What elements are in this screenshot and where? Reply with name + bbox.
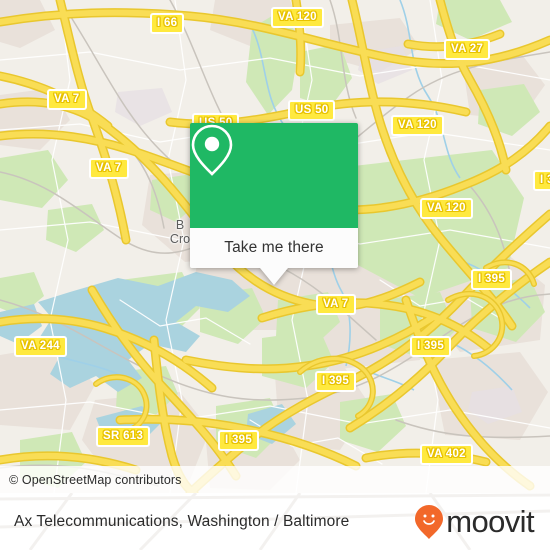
take-me-there-button[interactable]: Take me there [190, 228, 358, 268]
moovit-wordmark: moovit [446, 504, 534, 539]
map-screenshot: .wat{fill:#aad3df} .watl{stroke:#9fd0e8;… [0, 0, 550, 550]
highway-shield-i395-edge[interactable]: I 3 [533, 170, 550, 191]
popup-header [190, 123, 358, 228]
highway-shield-va7-b[interactable]: VA 7 [89, 158, 129, 179]
highway-shield-va7-c[interactable]: VA 7 [316, 294, 356, 315]
map-attribution-bar: © OpenStreetMap contributors [0, 466, 550, 493]
highway-shield-i395-c[interactable]: I 395 [315, 371, 357, 392]
moovit-smiley-pin-icon [415, 504, 444, 539]
highway-shield-va120-b[interactable]: VA 120 [391, 115, 444, 136]
popup-pointer-tail [260, 268, 288, 285]
highway-shield-i395[interactable]: I 395 [471, 269, 513, 290]
highway-shield-va7[interactable]: VA 7 [47, 89, 87, 110]
highway-shield-va27[interactable]: VA 27 [444, 39, 491, 60]
place-title: Ax Telecommunications, Washington / Balt… [14, 512, 350, 530]
highway-shield-i66[interactable]: I 66 [150, 13, 185, 34]
highway-shield-sr613[interactable]: SR 613 [96, 426, 151, 447]
map-canvas[interactable]: .wat{fill:#aad3df} .watl{stroke:#9fd0e8;… [0, 0, 550, 493]
highway-shield-va120-c[interactable]: VA 120 [420, 198, 473, 219]
highway-shield-va402[interactable]: VA 402 [420, 444, 473, 465]
highway-shield-i395-b[interactable]: I 395 [410, 336, 452, 357]
highway-shield-i395-d[interactable]: I 395 [218, 430, 260, 451]
map-popup-card[interactable]: Take me there [190, 123, 358, 285]
map-pin-icon [191, 124, 233, 176]
moovit-brand[interactable]: moovit [414, 504, 535, 540]
footer-bar: Ax Telecommunications, Washington / Balt… [0, 493, 550, 550]
highway-shield-us50[interactable]: US 50 [288, 100, 336, 121]
osm-attribution-text[interactable]: © OpenStreetMap contributors [0, 473, 182, 487]
highway-shield-va244[interactable]: VA 244 [14, 336, 67, 357]
highway-shield-va120[interactable]: VA 120 [271, 7, 324, 28]
